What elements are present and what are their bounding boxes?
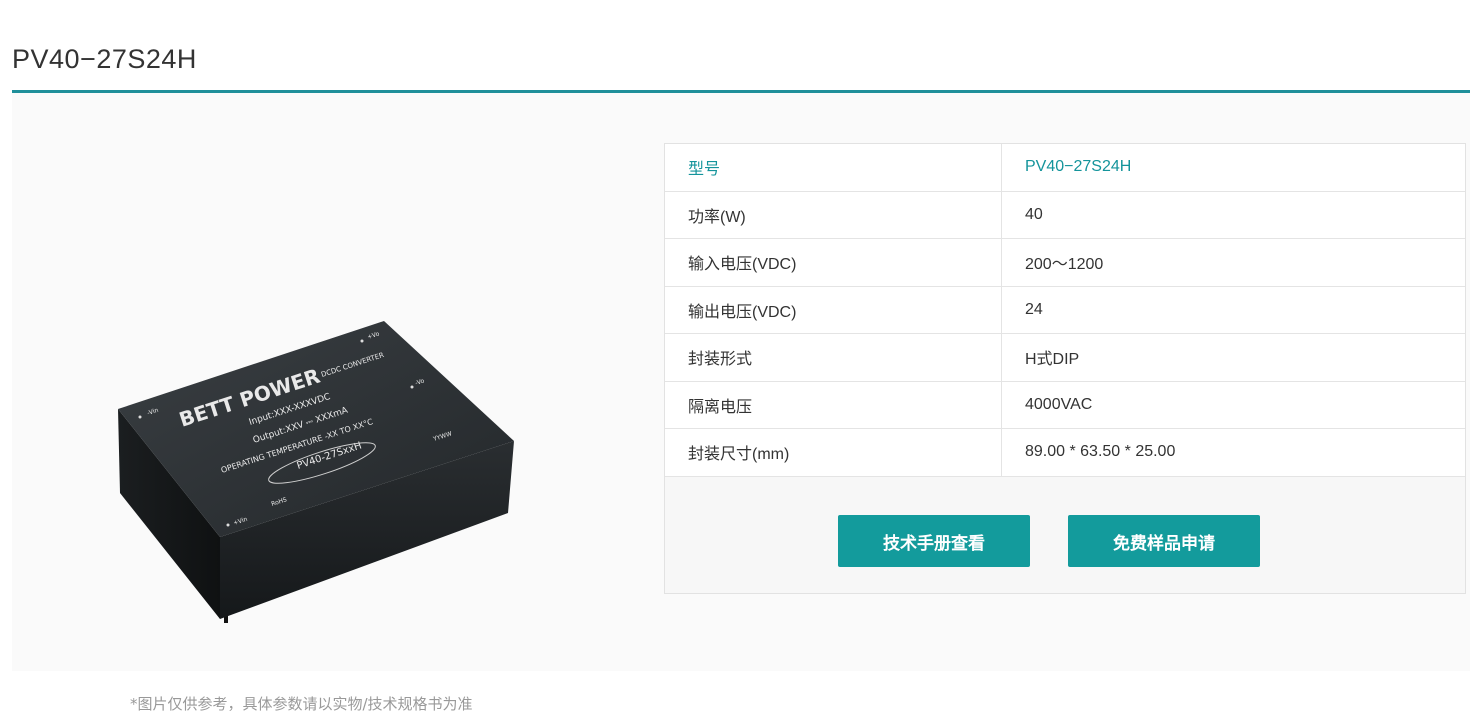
spec-row: 输出电压(VDC) 24 [665,286,1465,334]
spec-row: 输入电压(VDC) 200～1200 [665,238,1465,287]
spec-row: 隔离电压 4000VAC [665,381,1465,429]
spec-key: 封装形式 [665,333,1002,382]
spec-key: 封装尺寸(mm) [665,428,1002,477]
spec-row: 封装形式 H式DIP [665,333,1465,382]
spec-value: H式DIP [1001,333,1465,382]
spec-value: 89.00 * 63.50 * 25.00 [1001,428,1465,477]
spec-value: 4000VAC [1001,381,1465,429]
spec-value: 40 [1001,191,1465,239]
spec-key: 型号 [665,144,1002,192]
product-content: BETT POWER DCDC CONVERTER Input:XXX-XXXV… [12,93,1470,713]
spec-row: 功率(W) 40 [665,191,1465,239]
spec-key: 功率(W) [665,191,1002,239]
page-title: PV40−27S24H [12,44,197,74]
spec-value: 200～1200 [1001,238,1465,287]
product-image: BETT POWER DCDC CONVERTER Input:XXX-XXXV… [118,321,514,623]
spec-panel: 型号 PV40−27S24H 功率(W) 40 输入电压(VDC) 200～12… [664,143,1466,594]
spec-value: 24 [1001,286,1465,334]
spec-value: PV40−27S24H [1001,144,1465,192]
spec-key: 隔离电压 [665,381,1002,429]
view-datasheet-button[interactable]: 技术手册查看 [838,515,1030,567]
spec-row-model: 型号 PV40−27S24H [665,144,1465,192]
spec-key: 输入电压(VDC) [665,238,1002,287]
spec-key: 输出电压(VDC) [665,286,1002,334]
spec-table: 型号 PV40−27S24H 功率(W) 40 输入电压(VDC) 200～12… [665,144,1465,477]
spec-row: 封装尺寸(mm) 89.00 * 63.50 * 25.00 [665,428,1465,477]
image-disclaimer: *图片仅供参考，具体参数请以实物/技术规格书为准 [130,695,473,713]
request-sample-button[interactable]: 免费样品申请 [1068,515,1260,567]
